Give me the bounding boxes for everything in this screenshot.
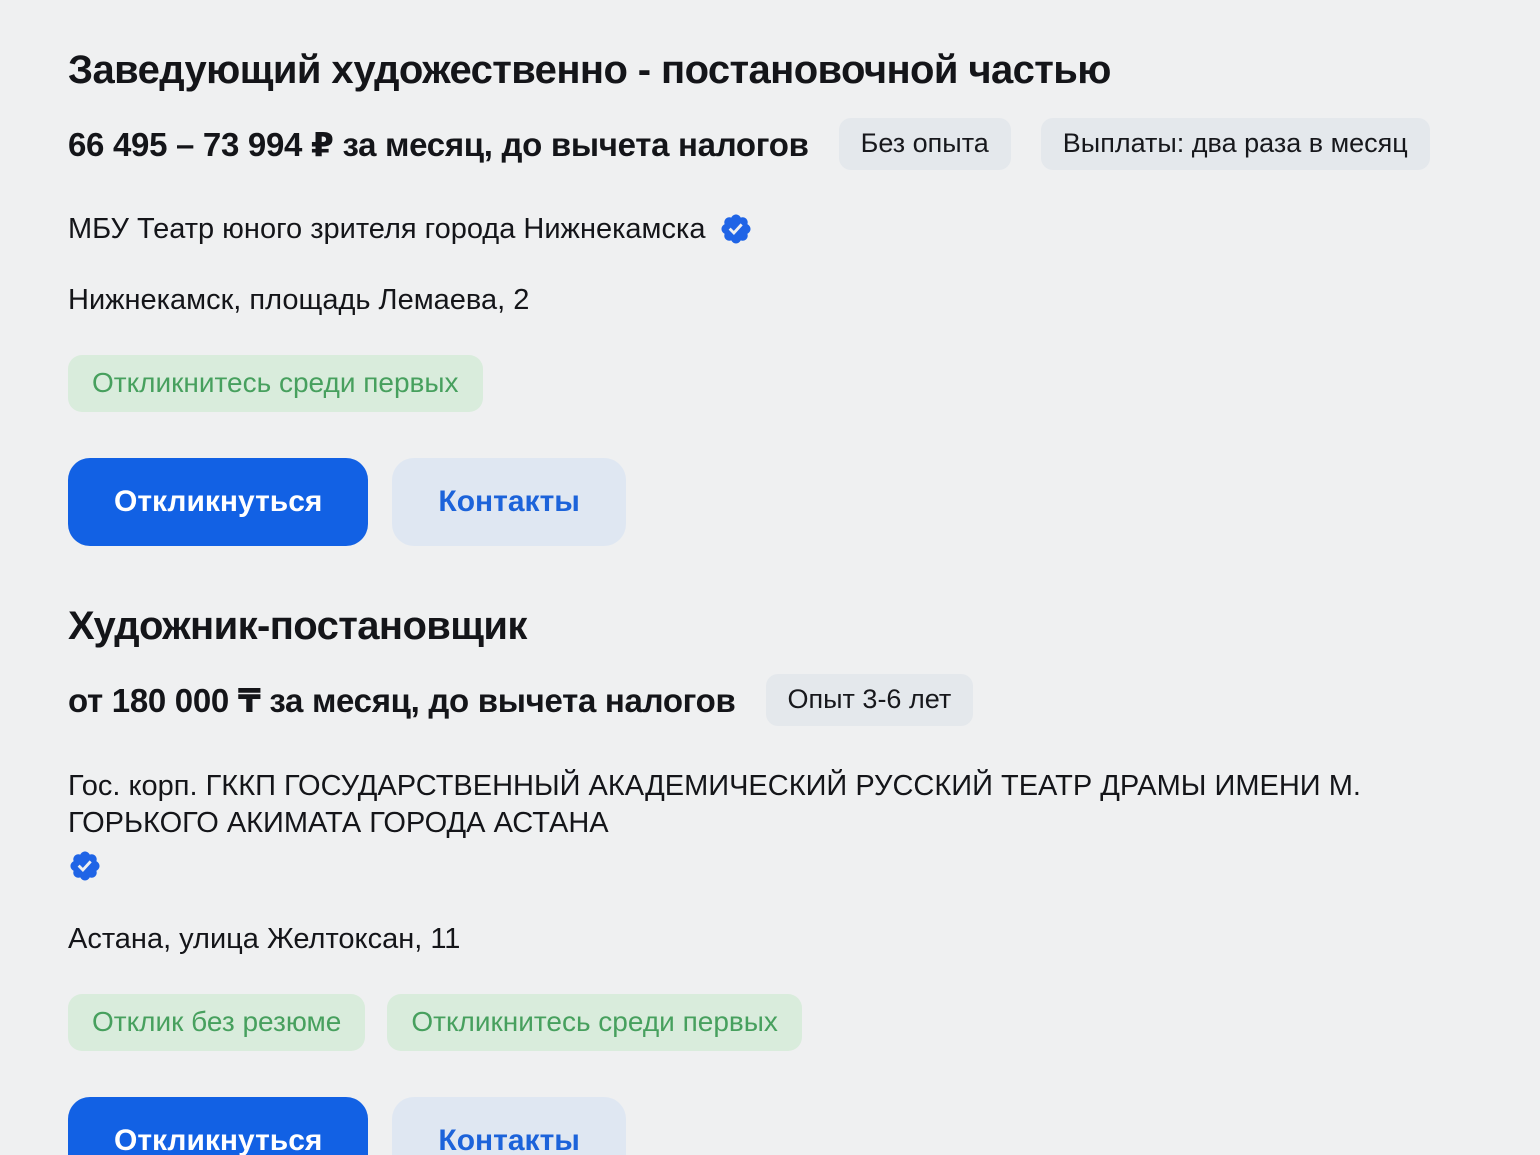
vacancy-card: Художник-постановщик от 180 000 ₸ за мес…: [68, 602, 1478, 1155]
highlights-row: Откликнитесь среди первых: [68, 355, 1478, 412]
salary-row: 66 495 – 73 994 ₽ за месяц, до вычета на…: [68, 118, 1478, 170]
vacancy-list: Заведующий художественно - постановочной…: [0, 0, 1540, 1155]
apply-button[interactable]: Откликнуться: [68, 458, 368, 546]
highlights-row: Отклик без резюме Откликнитесь среди пер…: [68, 994, 1478, 1051]
verified-row: [68, 849, 1478, 885]
payout-frequency-badge: Выплаты: два раза в месяц: [1041, 118, 1430, 170]
vacancy-title[interactable]: Художник-постановщик: [68, 602, 1478, 650]
verified-badge-icon: [68, 849, 102, 883]
respond-first-badge: Откликнитесь среди первых: [68, 355, 483, 412]
respond-no-resume-badge: Отклик без резюме: [68, 994, 365, 1051]
buttons-row: Откликнуться Контакты: [68, 458, 1478, 546]
company-name[interactable]: МБУ Театр юного зрителя города Нижнекамс…: [68, 213, 705, 246]
apply-button[interactable]: Откликнуться: [68, 1097, 368, 1155]
vacancy-card: Заведующий художественно - постановочной…: [68, 46, 1478, 546]
company-name[interactable]: Гос. корп. ГККП ГОСУДАРСТВЕННЫЙ АКАДЕМИЧ…: [68, 770, 1361, 839]
vacancy-location: Нижнекамск, площадь Лемаева, 2: [68, 284, 1478, 317]
vacancy-salary: 66 495 – 73 994 ₽ за месяц, до вычета на…: [68, 125, 809, 164]
vacancy-location: Астана, улица Желтоксан, 11: [68, 923, 1478, 956]
respond-first-badge: Откликнитесь среди первых: [387, 994, 802, 1051]
buttons-row: Откликнуться Контакты: [68, 1097, 1478, 1155]
verified-badge-icon: [719, 212, 753, 246]
experience-badge: Опыт 3-6 лет: [766, 674, 974, 726]
vacancy-title[interactable]: Заведующий художественно - постановочной…: [68, 46, 1478, 94]
contacts-button[interactable]: Контакты: [392, 458, 625, 546]
experience-badge: Без опыта: [839, 118, 1011, 170]
contacts-button[interactable]: Контакты: [392, 1097, 625, 1155]
vacancy-salary: от 180 000 ₸ за месяц, до вычета налогов: [68, 681, 736, 720]
company-block: Гос. корп. ГККП ГОСУДАРСТВЕННЫЙ АКАДЕМИЧ…: [68, 768, 1478, 885]
company-row: МБУ Театр юного зрителя города Нижнекамс…: [68, 212, 1478, 246]
salary-row: от 180 000 ₸ за месяц, до вычета налогов…: [68, 674, 1478, 726]
